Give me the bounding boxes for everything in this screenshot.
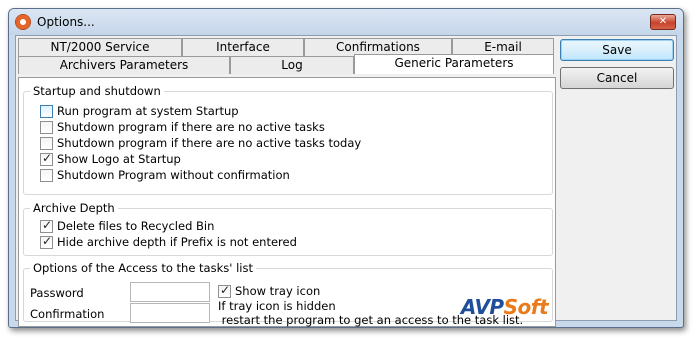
shutdown-no-tasks-option[interactable]: Shutdown program if there are no active … — [40, 120, 325, 134]
run-at-startup-checkbox[interactable] — [40, 104, 53, 118]
avpsoft-logo: AVPSoft — [460, 295, 549, 319]
tab-nt2000-service[interactable]: NT/2000 Service — [18, 38, 182, 56]
shutdown-no-tasks-today-checkbox[interactable] — [40, 136, 53, 150]
run-at-startup-option[interactable]: Run program at system Startup — [40, 104, 239, 118]
shutdown-no-tasks-checkbox[interactable] — [40, 120, 53, 134]
generic-parameters-panel: Startup and shutdown Run program at syst… — [18, 77, 556, 327]
delete-to-recycle-bin-option[interactable]: Delete files to Recycled Bin — [40, 218, 215, 233]
tab-interface[interactable]: Interface — [182, 38, 304, 56]
delete-to-recycle-bin-label: Delete files to Recycled Bin — [57, 219, 215, 233]
show-logo-option[interactable]: Show Logo at Startup — [40, 151, 181, 166]
shutdown-without-confirmation-checkbox[interactable] — [40, 168, 53, 182]
password-label: Password — [30, 286, 84, 300]
shutdown-no-tasks-today-option[interactable]: Shutdown program if there are no active … — [40, 136, 361, 150]
tab-archivers-parameters[interactable]: Archivers Parameters — [18, 56, 230, 74]
hide-archive-depth-checkbox[interactable] — [40, 234, 53, 249]
password-field[interactable] — [130, 282, 210, 302]
show-logo-label: Show Logo at Startup — [57, 152, 181, 166]
access-options-group: Options of the Access to the tasks' list… — [23, 261, 553, 327]
show-logo-checkbox[interactable] — [40, 151, 53, 166]
startup-shutdown-title: Startup and shutdown — [30, 84, 164, 98]
save-button[interactable]: Save — [560, 39, 674, 61]
show-tray-icon-label: Show tray icon — [235, 284, 321, 298]
show-tray-icon-checkbox[interactable] — [218, 283, 231, 298]
cancel-button[interactable]: Cancel — [560, 67, 674, 89]
shutdown-no-tasks-today-label: Shutdown program if there are no active … — [57, 136, 362, 150]
logo-soft-text: Soft — [503, 295, 549, 319]
hide-archive-depth-label: Hide archive depth if Prefix is not ente… — [57, 235, 297, 249]
show-tray-icon-option[interactable]: Show tray icon — [218, 283, 321, 298]
close-button[interactable]: ✕ — [650, 14, 676, 30]
run-at-startup-label: Run program at system Startup — [57, 104, 239, 118]
confirmation-field[interactable] — [130, 303, 210, 323]
tab-generic-parameters[interactable]: Generic Parameters — [354, 54, 554, 74]
logo-avp-text: AVP — [460, 295, 504, 319]
options-dialog: Options... ✕ NT/2000 Service Interface C… — [8, 8, 684, 328]
window-title: Options... — [37, 15, 95, 29]
title-bar[interactable]: Options... ✕ — [9, 9, 683, 35]
shutdown-without-confirmation-label: Shutdown Program without confirmation — [57, 168, 290, 182]
archive-depth-title: Archive Depth — [30, 201, 118, 215]
dialog-client: NT/2000 Service Interface Confirmations … — [15, 35, 677, 327]
shutdown-no-tasks-label: Shutdown program if there are no active … — [57, 120, 325, 134]
startup-shutdown-group: Startup and shutdown Run program at syst… — [23, 84, 553, 195]
access-options-title: Options of the Access to the tasks' list — [30, 261, 256, 275]
tab-log[interactable]: Log — [230, 56, 354, 74]
hide-archive-depth-option[interactable]: Hide archive depth if Prefix is not ente… — [40, 234, 297, 249]
delete-to-recycle-bin-checkbox[interactable] — [40, 218, 53, 233]
lifebuoy-icon — [15, 14, 31, 30]
shutdown-without-confirmation-option[interactable]: Shutdown Program without confirmation — [40, 168, 290, 182]
tray-hint-line1: If tray icon is hidden — [218, 299, 336, 313]
archive-depth-group: Archive Depth Delete files to Recycled B… — [23, 201, 553, 256]
confirmation-label: Confirmation — [30, 307, 105, 321]
